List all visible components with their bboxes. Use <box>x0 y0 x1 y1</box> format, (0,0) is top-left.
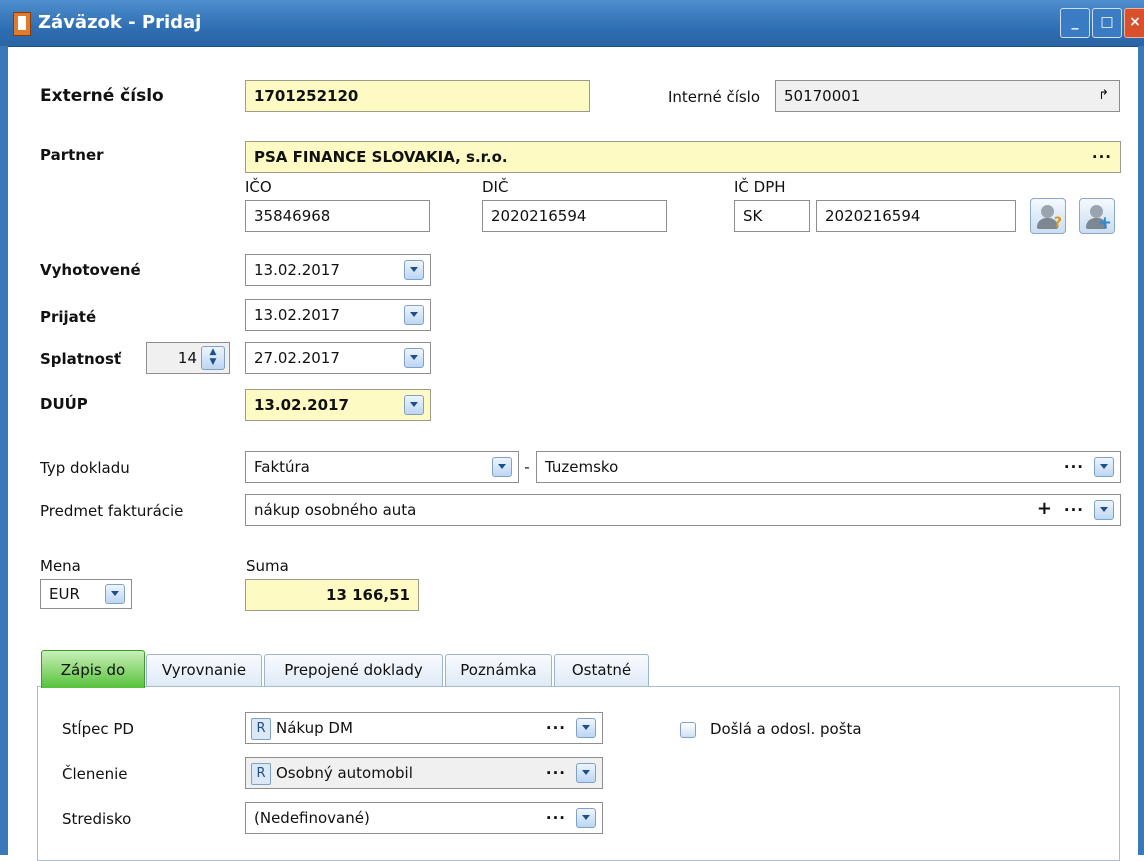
externe-cislo-label: Externé číslo <box>40 86 164 106</box>
tab-prepojene-doklady[interactable]: Prepojené doklady <box>264 654 443 686</box>
mena-select[interactable]: EUR <box>40 579 132 609</box>
typ-dokladu-sub-select[interactable]: Tuzemsko ··· <box>536 451 1121 483</box>
prijate-label: Prijaté <box>40 308 97 326</box>
dropdown-icon[interactable] <box>492 457 512 477</box>
posta-label: Došlá a odosl. pošta <box>710 720 862 738</box>
minimize-icon: _ <box>1071 14 1079 30</box>
splatnost-input[interactable]: 27.02.2017 <box>245 342 431 374</box>
tab-ostatne[interactable]: Ostatné <box>554 654 649 686</box>
predmet-label: Predmet fakturácie <box>40 502 184 520</box>
predmet-input[interactable]: nákup osobného auta + ··· <box>245 494 1121 526</box>
interne-cislo-input[interactable]: 50170001 ↱ <box>775 80 1120 112</box>
predmet-value: nákup osobného auta <box>254 501 417 519</box>
window-title: Záväzok - Pridaj <box>38 12 202 33</box>
maximize-button[interactable]: □ <box>1092 8 1122 38</box>
tab-poznamka[interactable]: Poznámka <box>445 654 552 686</box>
tab-zapis-do[interactable]: Zápis do <box>41 650 145 688</box>
duup-label: DUÚP <box>40 395 88 413</box>
window-frame-right <box>1138 46 1144 855</box>
mena-value: EUR <box>49 585 80 603</box>
dic-input[interactable]: 2020216594 <box>482 200 667 232</box>
ellipsis-icon[interactable]: ··· <box>546 758 566 788</box>
dropdown-icon[interactable] <box>105 584 125 604</box>
typ-dokladu-label: Typ dokladu <box>40 459 130 477</box>
dropdown-icon[interactable] <box>1094 500 1114 520</box>
dropdown-icon[interactable] <box>576 718 596 738</box>
typ-dokladu-select[interactable]: Faktúra <box>245 451 519 483</box>
stredisko-select[interactable]: (Nedefinované) ··· <box>245 802 603 834</box>
ico-input[interactable]: 35846968 <box>245 200 430 232</box>
typ-dokladu-separator: - <box>524 458 530 476</box>
partner-input[interactable]: PSA FINANCE SLOVAKIA, s.r.o. ··· <box>245 141 1121 173</box>
splatnost-label: Splatnosť <box>40 350 122 368</box>
typ-dokladu-value: Faktúra <box>254 458 310 476</box>
posta-checkbox[interactable] <box>680 722 696 738</box>
vyhotovene-value: 13.02.2017 <box>254 261 340 279</box>
maximize-icon: □ <box>1100 14 1114 30</box>
minimize-button[interactable]: _ <box>1060 8 1090 38</box>
vyhotovene-input[interactable]: 13.02.2017 <box>245 254 431 286</box>
stredisko-label: Stredisko <box>62 810 132 828</box>
dropdown-icon[interactable] <box>576 763 596 783</box>
dropdown-icon[interactable] <box>404 305 424 325</box>
suma-input[interactable]: 13 166,51 <box>245 579 419 611</box>
dropdown-icon[interactable] <box>404 348 424 368</box>
partner-label: Partner <box>40 146 104 164</box>
prijate-value: 13.02.2017 <box>254 306 340 324</box>
stlpec-value: Nákup DM <box>276 719 353 737</box>
clenenie-select[interactable]: R Osobný automobil ··· <box>245 757 603 789</box>
interne-cislo-value: 50170001 <box>784 87 861 105</box>
suma-label: Suma <box>246 557 289 575</box>
duup-input[interactable]: 13.02.2017 <box>245 389 431 421</box>
typ-dokladu-sub-value: Tuzemsko <box>545 458 619 476</box>
stlpec-select[interactable]: R Nákup DM ··· <box>245 712 603 744</box>
dropdown-icon[interactable] <box>576 808 596 828</box>
tab-vyrovnanie[interactable]: Vyrovnanie <box>146 654 262 686</box>
ico-label: IČO <box>245 178 272 196</box>
duup-value: 13.02.2017 <box>254 396 349 414</box>
clenenie-value: Osobný automobil <box>276 764 413 782</box>
clenenie-label: Členenie <box>62 765 128 783</box>
ellipsis-icon[interactable]: ··· <box>1092 142 1112 172</box>
r-badge-icon: R <box>251 717 271 740</box>
plus-icon[interactable]: + <box>1037 495 1052 524</box>
title-bar: Záväzok - Pridaj _ □ × <box>0 0 1144 47</box>
externe-cislo-input[interactable]: 1701252120 <box>245 80 590 112</box>
icdph-label: IČ DPH <box>734 178 786 196</box>
window-frame-left <box>0 46 8 855</box>
dropdown-icon[interactable] <box>404 260 424 280</box>
dropdown-icon[interactable] <box>1094 457 1114 477</box>
dic-label: DIČ <box>482 178 509 196</box>
person-add-button[interactable]: + <box>1079 198 1115 234</box>
prijate-input[interactable]: 13.02.2017 <box>245 299 431 331</box>
person-search-button[interactable]: ? <box>1030 198 1066 234</box>
icdph-input[interactable]: 2020216594 <box>816 200 1016 232</box>
close-icon: × <box>1129 14 1141 30</box>
dropdown-icon[interactable] <box>404 395 424 415</box>
splatnost-days-input[interactable]: 14 ▲ ▼ <box>146 342 230 374</box>
vyhotovene-label: Vyhotovené <box>40 261 141 279</box>
external-link-icon[interactable]: ↱ <box>1098 81 1109 111</box>
ellipsis-icon[interactable]: ··· <box>546 803 566 833</box>
spinner-icon[interactable]: ▲ ▼ <box>201 346 225 370</box>
ellipsis-icon[interactable]: ··· <box>1064 495 1084 525</box>
app-icon <box>13 12 31 36</box>
icdph-prefix-input[interactable]: SK <box>734 200 810 232</box>
splatnost-value: 27.02.2017 <box>254 349 340 367</box>
partner-value: PSA FINANCE SLOVAKIA, s.r.o. <box>254 148 508 166</box>
ellipsis-icon[interactable]: ··· <box>546 713 566 743</box>
splatnost-days-value: 14 <box>177 349 197 367</box>
interne-cislo-label: Interné číslo <box>668 88 761 106</box>
close-button[interactable]: × <box>1124 8 1144 38</box>
mena-label: Mena <box>40 557 81 575</box>
stredisko-value: (Nedefinované) <box>254 809 370 827</box>
stlpec-label: Stĺpec PD <box>62 720 134 738</box>
ellipsis-icon[interactable]: ··· <box>1064 452 1084 482</box>
r-badge-icon: R <box>251 762 271 785</box>
